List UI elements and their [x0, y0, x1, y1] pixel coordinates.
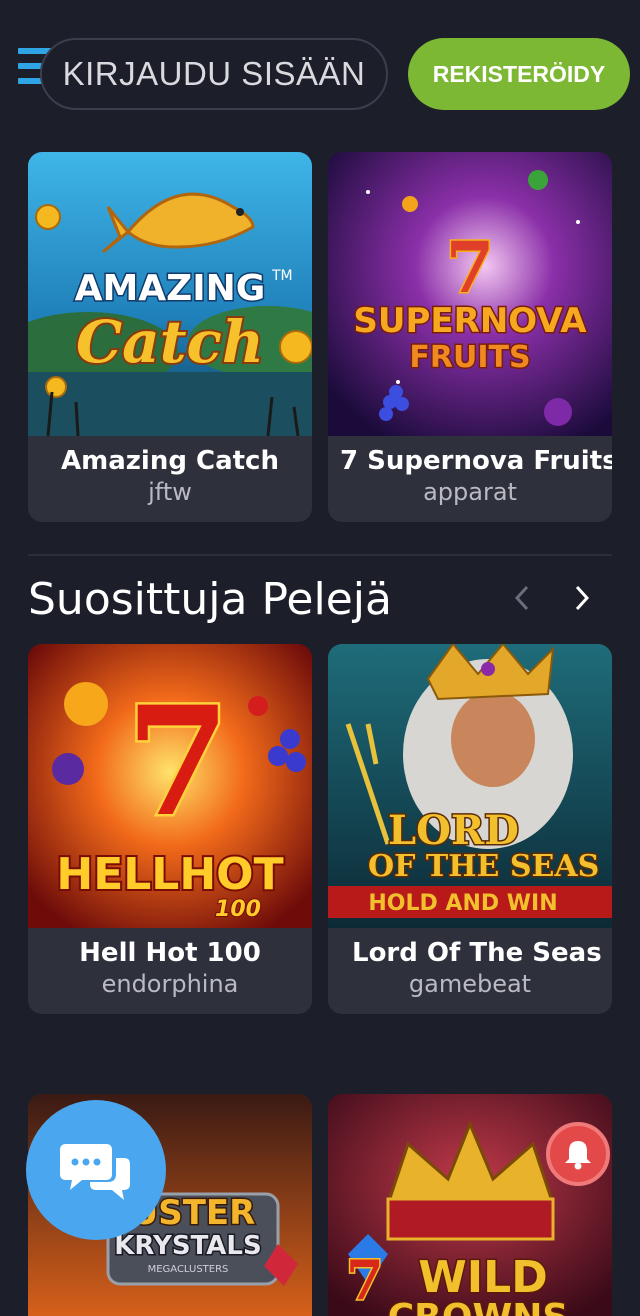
game-name: Amazing Catch [61, 446, 279, 476]
game-thumbnail: 7 HELLHOT 100 [28, 644, 312, 928]
art-title: AMAZING [75, 268, 266, 309]
game-meta: Amazing Catch jftw [28, 436, 312, 522]
game-provider: endorphina [101, 970, 239, 998]
game-thumbnail: LORD OF THE SEAS HOLD AND WIN [328, 644, 612, 928]
art-number: 7 [346, 1248, 384, 1312]
art-title: LORD [388, 807, 519, 854]
art-line2: OF THE SEAS [368, 849, 599, 884]
game-name: 7 Supernova Fruits [340, 446, 612, 476]
game-thumbnail: 7 SUPERNOVA FRUITS [328, 152, 612, 436]
game-provider: apparat [423, 478, 517, 506]
art-title: SUPERNOVA [353, 301, 587, 341]
game-provider: gamebeat [408, 970, 532, 998]
art-line2: KRYSTALS [114, 1231, 261, 1261]
art-tm: TM [271, 268, 293, 284]
art-subtitle: FRUITS [409, 340, 530, 375]
art-title: HELLHOT [56, 849, 283, 900]
art-line2: CROWNS [388, 1297, 569, 1316]
register-button[interactable]: REKISTERÖIDY [408, 38, 630, 110]
header: KIRJAUDU SISÄÄN REKISTERÖIDY [0, 0, 640, 130]
game-thumbnail: AMAZING TM Catch [28, 152, 312, 436]
login-button[interactable]: KIRJAUDU SISÄÄN [40, 38, 388, 110]
game-meta: 7 Supernova Fruits apparat [328, 436, 612, 522]
game-card-lord-of-the-seas[interactable]: LORD OF THE SEAS HOLD AND WIN Lord Of Th… [328, 644, 612, 1014]
game-provider: jftw [148, 478, 192, 506]
chat-bubbles-icon[interactable] [26, 1100, 166, 1240]
section-divider [28, 554, 612, 556]
game-name: Hell Hot 100 [79, 938, 261, 968]
bell-icon[interactable] [546, 1122, 610, 1186]
game-meta: Lord Of The Seas gamebeat [328, 928, 612, 1014]
art-line3: MEGACLUSTERS [148, 1264, 229, 1275]
game-card-hell-hot-100[interactable]: 7 HELLHOT 100 Hell Hot 100 endorphina [28, 644, 312, 1014]
chevron-right-icon[interactable] [564, 580, 600, 616]
section-title: Suosittuja Pelejä [28, 574, 392, 625]
game-card-7-supernova-fruits[interactable]: 7 SUPERNOVA FRUITS 7 Supernova Fruits ap… [328, 152, 612, 522]
art-subtitle: 100 [215, 897, 261, 922]
game-meta: Hell Hot 100 endorphina [28, 928, 312, 1014]
game-card-amazing-catch[interactable]: AMAZING TM Catch Amazing Catch jftw [28, 152, 312, 522]
game-name: Lord Of The Seas [352, 938, 602, 968]
art-subtitle: Catch [76, 308, 264, 376]
art-number: 7 [126, 674, 230, 850]
art-number: 7 [446, 226, 495, 309]
art-title: WILD [418, 1252, 547, 1303]
chevron-left-icon[interactable] [504, 580, 540, 616]
art-banner: HOLD AND WIN [368, 891, 557, 916]
